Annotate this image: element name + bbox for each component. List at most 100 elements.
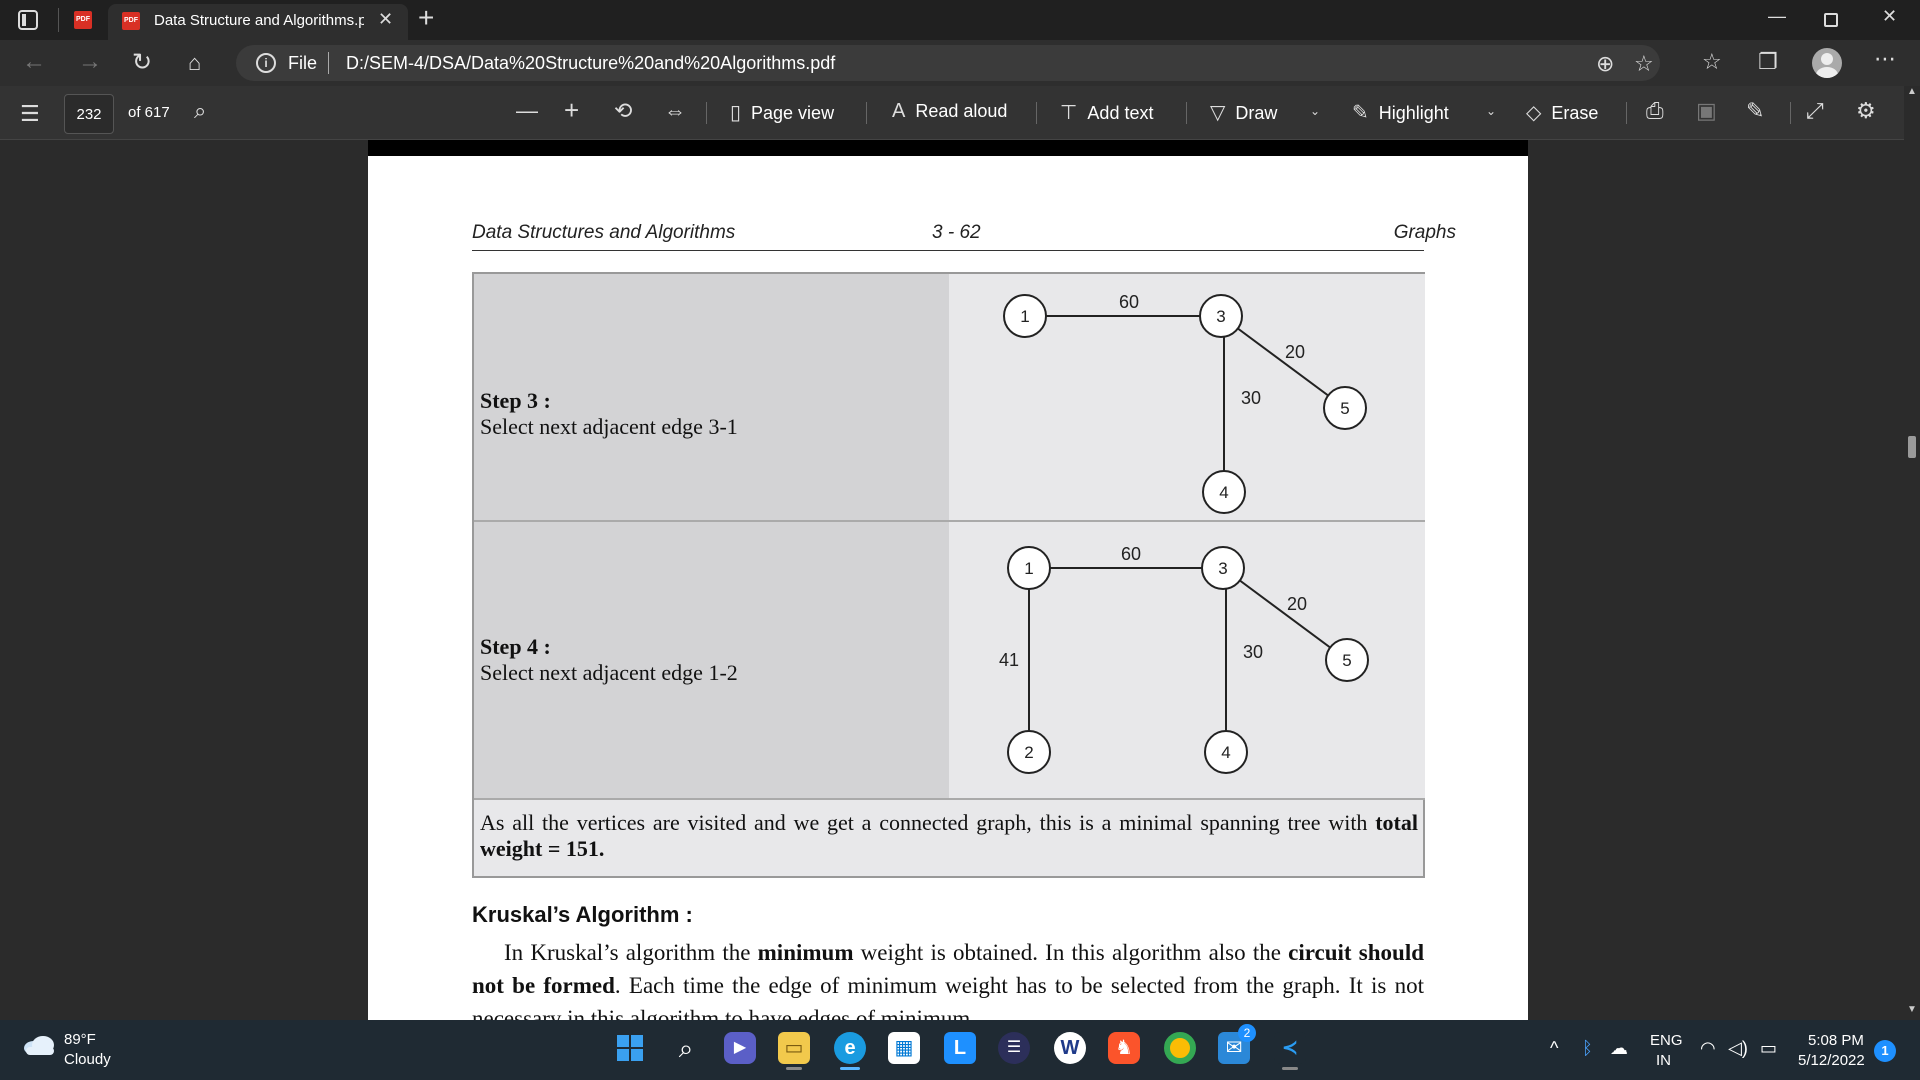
zoom-in-icon[interactable]: + xyxy=(564,95,579,126)
scroll-up-icon[interactable]: ▲ xyxy=(1907,86,1917,97)
close-tab-icon[interactable]: ✕ xyxy=(378,9,393,30)
fullscreen-icon[interactable]: ⤢ xyxy=(1806,98,1824,124)
node-label: 2 xyxy=(1024,743,1033,762)
clock-time[interactable]: 5:08 PM xyxy=(1808,1032,1864,1049)
highlight-button[interactable]: ✎ Highlight xyxy=(1352,100,1449,125)
kruskal-paragraph: In Kruskal’s algorithm the minimum weigh… xyxy=(472,936,1424,1020)
windows-start-icon[interactable] xyxy=(614,1032,646,1064)
node-label: 3 xyxy=(1218,559,1227,578)
refresh-icon[interactable]: ↻ xyxy=(132,48,152,77)
eclipse-icon[interactable]: ☰ xyxy=(998,1032,1030,1064)
edge-3-5 xyxy=(1220,315,1346,409)
page-view-label: Page view xyxy=(751,103,835,123)
info-icon[interactable]: i xyxy=(256,53,276,73)
notification-badge[interactable]: 1 xyxy=(1874,1040,1896,1062)
tab-actions-icon[interactable] xyxy=(18,10,38,30)
restore-icon[interactable] xyxy=(1824,13,1838,27)
read-aloud-button[interactable]: A Read aloud xyxy=(892,100,1007,123)
back-icon[interactable]: ← xyxy=(22,48,46,76)
battery-icon[interactable]: ▭ xyxy=(1760,1038,1777,1059)
profile-avatar[interactable] xyxy=(1812,48,1842,78)
more-options-icon[interactable]: ⋯ xyxy=(1874,46,1896,72)
url-text[interactable]: D:/SEM-4/DSA/Data%20Structure%20and%20Al… xyxy=(346,53,835,74)
edge-weight: 60 xyxy=(1121,544,1141,564)
step-3-cell: Step 3 : Select next adjacent edge 3-1 xyxy=(474,274,949,520)
chrome-browser-icon[interactable] xyxy=(1164,1032,1196,1064)
save-as-icon[interactable]: ✎ xyxy=(1746,98,1764,124)
step-title: Step 4 : xyxy=(480,634,551,659)
scroll-thumb[interactable] xyxy=(1908,436,1916,458)
settings-gear-icon[interactable]: ⚙ xyxy=(1856,98,1876,124)
clock-date[interactable]: 5/12/2022 xyxy=(1798,1052,1865,1069)
rotate-icon[interactable]: ⟲ xyxy=(614,98,632,124)
file-explorer-icon[interactable]: ▭ xyxy=(778,1032,810,1070)
tab-active[interactable]: PDF Data Structure and Algorithms.pdf ✕ xyxy=(108,4,408,40)
edge-browser-icon[interactable]: e xyxy=(834,1032,866,1070)
brave-browser-icon[interactable]: ♞ xyxy=(1108,1032,1140,1064)
language-region[interactable]: IN xyxy=(1656,1052,1671,1069)
page-number-input[interactable] xyxy=(64,94,114,134)
bluetooth-icon[interactable]: ᛒ xyxy=(1582,1038,1593,1059)
weather-temperature[interactable]: 89°F xyxy=(64,1031,96,1048)
chevron-down-icon[interactable]: ⌄ xyxy=(1310,104,1320,118)
divider xyxy=(866,102,867,124)
home-icon[interactable]: ⌂ xyxy=(188,50,201,76)
chevron-down-icon[interactable]: ⌄ xyxy=(1486,104,1496,118)
draw-button[interactable]: ▽ Draw xyxy=(1210,100,1277,125)
search-icon[interactable]: ⌕ xyxy=(670,1032,702,1064)
steps-table: Step 3 : Select next adjacent edge 3-1 1… xyxy=(472,272,1425,878)
url-field[interactable]: i File D:/SEM-4/DSA/Data%20Structure%20a… xyxy=(236,45,1660,81)
node-label: 1 xyxy=(1024,559,1033,578)
wifi-icon[interactable]: ◠ xyxy=(1700,1038,1716,1059)
collections-icon[interactable]: ❐ xyxy=(1758,49,1778,75)
draw-label: Draw xyxy=(1235,103,1278,123)
scroll-down-icon[interactable]: ▼ xyxy=(1907,1004,1917,1015)
vertical-scrollbar[interactable]: ▲ ▼ xyxy=(1904,86,1920,1020)
page-top-edge xyxy=(368,140,1528,156)
fit-to-width-icon[interactable]: ⇔ xyxy=(664,98,686,124)
new-tab-button[interactable]: + xyxy=(418,2,434,34)
document-viewport[interactable]: Data Structures and Algorithms 3 - 62 Gr… xyxy=(0,140,1904,1020)
zoom-icon[interactable]: ⊕ xyxy=(1596,51,1614,77)
weather-description[interactable]: Cloudy xyxy=(64,1051,111,1068)
microsoft-store-icon[interactable]: ▦ xyxy=(888,1032,920,1064)
erase-button[interactable]: ◇ Erase xyxy=(1526,100,1598,125)
forward-icon[interactable]: → xyxy=(78,48,102,76)
save-icon[interactable]: ▣ xyxy=(1696,98,1717,124)
zoom-out-icon[interactable]: — xyxy=(516,98,538,124)
divider xyxy=(706,102,707,124)
vscode-icon[interactable]: ≺ xyxy=(1274,1032,1306,1070)
app-w-icon[interactable]: W xyxy=(1054,1032,1086,1064)
edge-weight: 20 xyxy=(1285,342,1305,362)
add-text-button[interactable]: ⊤ Add text xyxy=(1060,100,1153,125)
teams-chat-icon[interactable]: ▶ xyxy=(724,1032,756,1064)
text-run: . Each time the edge of minimum weight h… xyxy=(472,973,1424,1020)
close-window-icon[interactable]: ✕ xyxy=(1882,6,1897,27)
print-icon[interactable]: ⎙ xyxy=(1646,98,1664,124)
pdf-file-icon: PDF xyxy=(122,12,140,30)
volume-icon[interactable]: ◁) xyxy=(1728,1038,1748,1059)
draw-icon: ▽ xyxy=(1210,102,1226,124)
text-run: weight is obtained. In this algorithm al… xyxy=(853,940,1289,965)
favorites-icon[interactable]: ☆ xyxy=(1702,49,1722,75)
pdf-toolbar: ☰ of 617 ⌕ — + ⟲ ⇔ ▯ Page view A Read alou… xyxy=(0,86,1920,140)
language-code[interactable]: ENG xyxy=(1650,1032,1683,1049)
step-4-cell: Step 4 : Select next adjacent edge 1-2 xyxy=(474,522,949,798)
step-4-graph-cell: 1 3 5 2 4 60 20 41 30 xyxy=(949,522,1425,798)
read-aloud-icon: A xyxy=(892,100,906,122)
search-icon[interactable]: ⌕ xyxy=(194,98,206,124)
tab-title: Data Structure and Algorithms.pdf xyxy=(154,12,364,29)
chevron-up-icon[interactable]: ^ xyxy=(1550,1038,1558,1059)
mail-icon[interactable]: ✉ 2 xyxy=(1218,1024,1256,1064)
taskbar: 89°F Cloudy ⌕ ▶ ▭ e ▦ L ☰ W ♞ ✉ 2 ≺ ^ ᛒ … xyxy=(0,1020,1920,1080)
table-of-contents-icon[interactable]: ☰ xyxy=(20,101,40,127)
minimize-icon[interactable]: — xyxy=(1768,6,1786,27)
page-view-button[interactable]: ▯ Page view xyxy=(730,100,834,125)
add-text-label: Add text xyxy=(1087,103,1154,123)
divider xyxy=(58,8,59,32)
l-app-icon[interactable]: L xyxy=(944,1032,976,1064)
pdf-app-icon[interactable]: PDF xyxy=(74,11,92,29)
cloudy-weather-icon[interactable] xyxy=(22,1034,56,1056)
add-favorite-icon[interactable]: ☆ xyxy=(1634,51,1654,77)
onedrive-icon[interactable]: ☁ xyxy=(1610,1038,1628,1059)
